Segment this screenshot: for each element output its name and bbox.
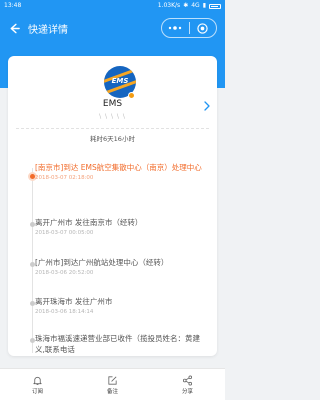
divider [16,128,209,129]
target-icon [197,22,208,34]
tab-label: 备注 [106,388,118,395]
more-icon [169,26,182,30]
event-text: 离开广州市 发往南京市（经转） [35,218,143,227]
event-text: [南京市]到达 EMS航空集散中心（南京）处理中心 [35,163,202,172]
tab-label: 订阅 [31,388,43,395]
signal-icon: ▮ [202,2,206,9]
tab-label: 分享 [181,388,193,395]
timeline-event: 珠海市福溪速递营业部已收件（揽投员姓名：黄建义,联系电话 [35,333,205,355]
network-speed: 1.03K/s [157,2,181,9]
logo-text: EMS [111,77,129,85]
timeline-event: 离开广州市 发往南京市（经转） 2018-03-07 00:05:00 [35,217,205,236]
detail-chevron[interactable] [202,100,212,112]
event-time: 2018-03-07 00:05:00 [35,230,94,236]
tracking-card: EMS EMS \ \ \ \ \ 耗时6天16小时 [南京市]到达 EMS航空… [8,56,217,356]
status-time: 13:48 [4,2,22,9]
subscribe-tab[interactable]: 订阅 [0,369,75,400]
back-button[interactable] [4,12,24,44]
page-title: 快递详情 [28,24,68,36]
share-icon [182,375,193,385]
back-arrow-icon [10,23,20,33]
bottom-tab-bar: 订阅 备注 分享 [0,368,225,400]
status-bar: 13:48 1.03K/s ✱ 4G ▮ [0,0,225,12]
badge-icon [128,92,135,99]
close-miniprogram-button[interactable] [190,19,217,37]
signal-label: 4G [191,2,200,9]
timeline-line [32,168,33,353]
event-text: 离开珠海市 发往广州市 [35,297,113,306]
nav-bar: 快递详情 [0,12,225,44]
elapsed-time: 耗时6天16小时 [90,135,135,143]
tracking-number[interactable]: \ \ \ \ \ [8,113,217,120]
event-text: 珠海市福溪速递营业部已收件（揽投员姓名：黄建义,联系电话 [35,334,200,354]
timeline-event: [南京市]到达 EMS航空集散中心（南京）处理中心 2018-03-07 02:… [35,162,205,181]
timeline-event: [广州市]到达广州航站处理中心（经转） 2018-03-06 20:52:00 [35,257,205,276]
battery-icon [209,3,221,9]
chevron-right-icon [204,101,210,111]
company-name: EMS [102,99,123,109]
more-button[interactable] [162,19,189,37]
status-icons: 1.03K/s ✱ 4G ▮ [158,0,221,12]
miniprogram-capsule [161,18,217,38]
event-text: [广州市]到达广州航站处理中心（经转） [35,258,169,267]
timeline-event: 离开珠海市 发往广州市 2018-03-06 18:14:14 [35,296,205,315]
event-time: 2018-03-06 18:14:14 [35,309,94,315]
bell-icon [33,376,42,385]
event-time: 2018-03-07 02:18:00 [35,175,94,181]
note-tab[interactable]: 备注 [75,369,150,400]
edit-icon [108,375,117,385]
share-tab[interactable]: 分享 [150,369,225,400]
bluetooth-icon: ✱ [183,2,189,9]
event-time: 2018-03-06 20:52:00 [35,270,94,276]
